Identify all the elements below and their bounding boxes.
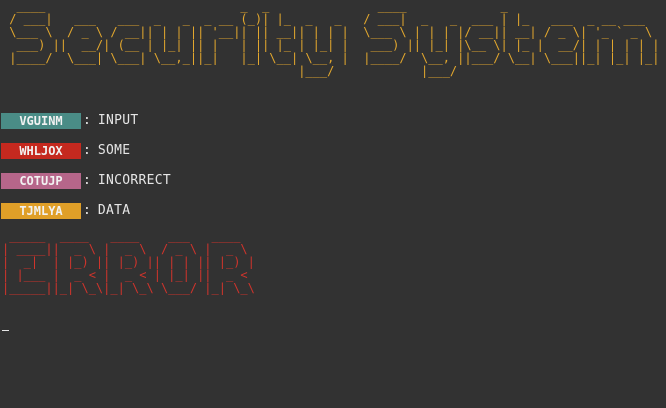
code-badge: COTUJP xyxy=(1,173,81,189)
legend-word: INCORRECT xyxy=(97,173,171,188)
legend-row-data: TJMLYA : DATA xyxy=(1,196,171,226)
code-badge: WHLJOX xyxy=(1,143,81,159)
legend-word: DATA xyxy=(97,203,131,218)
separator: : xyxy=(83,203,91,218)
separator: : xyxy=(83,113,91,128)
code-badge: TJMLYA xyxy=(1,203,81,219)
legend-row-input: VGUINM : INPUT xyxy=(1,106,171,136)
separator: : xyxy=(83,143,91,158)
legend-word: INPUT xyxy=(97,113,139,128)
security-system-banner: ____ _ _ ____ _ / ___| ___ ___ _ _ _ __ … xyxy=(9,0,660,78)
separator: : xyxy=(83,173,91,188)
legend-row-some: WHLJOX : SOME xyxy=(1,136,171,166)
legend-word: SOME xyxy=(97,143,131,158)
terminal-cursor[interactable] xyxy=(2,318,9,331)
legend-list: VGUINM : INPUT WHLJOX : SOME COTUJP : IN… xyxy=(1,106,171,226)
error-banner: _____ ____ ____ ___ ____ | ____|| _ \ | … xyxy=(2,229,255,295)
legend-row-incorrect: COTUJP : INCORRECT xyxy=(1,166,171,196)
code-badge: VGUINM xyxy=(1,113,81,129)
